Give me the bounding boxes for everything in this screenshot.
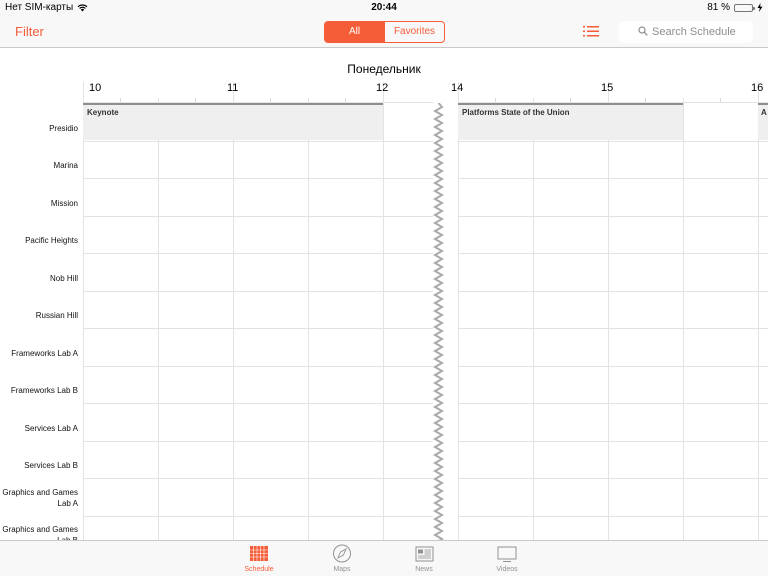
newspaper-icon bbox=[415, 546, 434, 562]
room-label: Presidio bbox=[49, 123, 78, 133]
day-title: Понедельник bbox=[347, 62, 421, 76]
grid-column-line bbox=[308, 98, 309, 540]
room-label: Frameworks Lab B bbox=[10, 386, 78, 395]
grid-row-line bbox=[83, 291, 433, 292]
navigation-bar: Filter All Favorites Search Schedule bbox=[0, 16, 768, 48]
tab-label: Videos bbox=[496, 566, 518, 573]
battery-icon bbox=[734, 3, 755, 12]
room-label: Mission bbox=[50, 198, 78, 208]
grid-row-line bbox=[83, 178, 433, 179]
grid-row-line bbox=[458, 178, 768, 179]
grid-column-line bbox=[383, 82, 384, 540]
grid-row-line bbox=[83, 403, 433, 404]
hour-label: 14 bbox=[451, 82, 464, 94]
segment-favorites[interactable]: Favorites bbox=[384, 22, 444, 42]
grid-column-line bbox=[533, 98, 534, 540]
room-label: Nob Hill bbox=[49, 273, 78, 283]
tab-videos[interactable]: Videos bbox=[477, 544, 537, 573]
grid-row-line bbox=[83, 366, 433, 367]
grid-row-line bbox=[83, 141, 433, 142]
grid-row-line bbox=[83, 478, 433, 479]
schedule-segmented-control: All Favorites bbox=[324, 21, 445, 43]
grid-column-line bbox=[83, 82, 84, 540]
room-label: Pacific Heights bbox=[25, 236, 78, 245]
grid-column-line bbox=[758, 82, 759, 540]
room-label: Services Lab B bbox=[24, 461, 78, 470]
tv-icon bbox=[497, 546, 517, 562]
segment-all[interactable]: All bbox=[325, 22, 384, 42]
grid-row-line bbox=[83, 328, 433, 329]
room-label: Russian Hill bbox=[35, 311, 78, 320]
hour-label: 10 bbox=[89, 82, 102, 94]
room-label: Frameworks Lab A bbox=[11, 348, 78, 358]
hour-label: 15 bbox=[601, 82, 614, 94]
grid-column-line bbox=[233, 82, 234, 540]
grid-row-line bbox=[83, 216, 433, 217]
event-keynote[interactable]: Keynote bbox=[83, 103, 383, 140]
status-right: 81 % bbox=[707, 2, 763, 13]
grid-column-line bbox=[158, 98, 159, 540]
room-label: Graphics and Games Lab B bbox=[2, 525, 78, 540]
tab-bar: Schedule Maps News Videos bbox=[0, 540, 768, 576]
grid-row-line bbox=[458, 328, 768, 329]
grid-row-line bbox=[458, 516, 768, 517]
grid-row-line bbox=[458, 441, 768, 442]
grid-column-line bbox=[608, 82, 609, 540]
calendar-grid-icon bbox=[250, 546, 268, 561]
charging-bolt-icon bbox=[757, 3, 763, 12]
tab-label: Schedule bbox=[244, 566, 274, 573]
event-partial[interactable]: A bbox=[758, 103, 768, 140]
grid-column-line bbox=[458, 82, 459, 540]
search-icon bbox=[638, 26, 648, 36]
hour-label: 16 bbox=[751, 82, 764, 94]
compass-icon bbox=[333, 544, 351, 563]
grid-column-line bbox=[683, 98, 684, 540]
filter-button[interactable]: Filter bbox=[15, 24, 44, 39]
search-field[interactable]: Search Schedule bbox=[619, 21, 753, 43]
grid-row-line bbox=[458, 253, 768, 254]
hour-label: 11 bbox=[227, 82, 239, 94]
room-label: Services Lab A bbox=[24, 423, 78, 433]
room-column: Presidio Marina Mission Pacific Heights Nob … bbox=[0, 49, 82, 541]
room-label: Marina bbox=[53, 161, 78, 170]
grid-row-line bbox=[458, 478, 768, 479]
tab-maps[interactable]: Maps bbox=[312, 544, 372, 573]
grid-row-line bbox=[83, 441, 433, 442]
grid-row-line bbox=[458, 216, 768, 217]
battery-percent: 81 % bbox=[707, 2, 730, 13]
list-view-icon[interactable] bbox=[583, 25, 599, 38]
search-placeholder: Search Schedule bbox=[652, 26, 736, 38]
grid-row-line bbox=[458, 141, 768, 142]
tab-label: Maps bbox=[333, 566, 351, 573]
status-bar: Нет SIM-карты 20:44 81 % bbox=[0, 0, 768, 16]
room-label: Graphics and Games Lab A bbox=[2, 487, 78, 508]
grid-row-line bbox=[83, 516, 433, 517]
app-root: Нет SIM-карты 20:44 81 % Filter All Favo… bbox=[0, 0, 768, 576]
time-gap-break bbox=[433, 103, 444, 540]
schedule-grid[interactable]: Понедельник 10 11 12 14 15 16 Presidio Ma… bbox=[0, 49, 768, 540]
grid-row-line bbox=[458, 366, 768, 367]
grid-row-line bbox=[458, 403, 768, 404]
hour-label: 12 bbox=[376, 82, 389, 94]
tab-label: News bbox=[415, 566, 433, 573]
event-platforms-state-of-the-union[interactable]: Platforms State of the Union bbox=[458, 103, 683, 140]
tab-news[interactable]: News bbox=[394, 544, 454, 573]
clock: 20:44 bbox=[371, 2, 397, 13]
grid-row-line bbox=[83, 253, 433, 254]
grid-row-line bbox=[458, 291, 768, 292]
tab-schedule[interactable]: Schedule bbox=[229, 544, 289, 573]
